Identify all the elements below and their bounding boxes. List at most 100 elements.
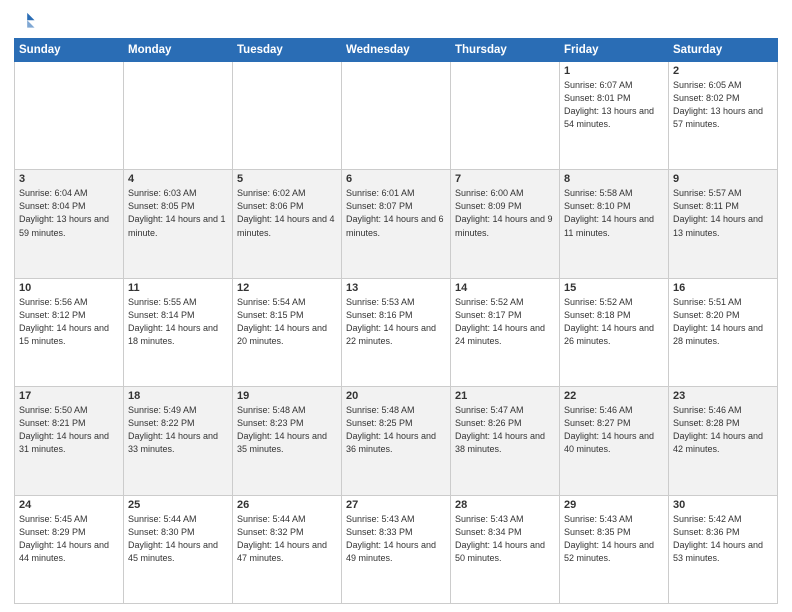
calendar-cell: 8 Sunrise: 5:58 AM Sunset: 8:10 PM Daylig… — [560, 170, 669, 278]
calendar-cell: 22 Sunrise: 5:46 AM Sunset: 8:27 PM Dayli… — [560, 387, 669, 495]
day-info: Sunrise: 6:04 AM Sunset: 8:04 PM Dayligh… — [19, 187, 119, 239]
calendar-cell: 2 Sunrise: 6:05 AM Sunset: 8:02 PM Daylig… — [669, 62, 778, 170]
day-info: Sunrise: 5:47 AM Sunset: 8:26 PM Dayligh… — [455, 404, 555, 456]
calendar-header-sunday: Sunday — [15, 39, 124, 62]
calendar-cell: 18 Sunrise: 5:49 AM Sunset: 8:22 PM Dayli… — [124, 387, 233, 495]
calendar-cell: 26 Sunrise: 5:44 AM Sunset: 8:32 PM Dayli… — [233, 495, 342, 603]
day-number: 1 — [564, 65, 664, 77]
day-info: Sunrise: 5:50 AM Sunset: 8:21 PM Dayligh… — [19, 404, 119, 456]
day-number: 20 — [346, 390, 446, 402]
day-info: Sunrise: 6:02 AM Sunset: 8:06 PM Dayligh… — [237, 187, 337, 239]
logo-icon — [14, 10, 36, 32]
day-number: 14 — [455, 282, 555, 294]
day-info: Sunrise: 6:00 AM Sunset: 8:09 PM Dayligh… — [455, 187, 555, 239]
day-info: Sunrise: 5:46 AM Sunset: 8:27 PM Dayligh… — [564, 404, 664, 456]
day-info: Sunrise: 5:46 AM Sunset: 8:28 PM Dayligh… — [673, 404, 773, 456]
day-info: Sunrise: 5:53 AM Sunset: 8:16 PM Dayligh… — [346, 296, 446, 348]
day-info: Sunrise: 6:05 AM Sunset: 8:02 PM Dayligh… — [673, 79, 773, 131]
day-number: 9 — [673, 173, 773, 185]
day-info: Sunrise: 5:44 AM Sunset: 8:30 PM Dayligh… — [128, 513, 228, 565]
day-info: Sunrise: 5:51 AM Sunset: 8:20 PM Dayligh… — [673, 296, 773, 348]
day-info: Sunrise: 5:52 AM Sunset: 8:18 PM Dayligh… — [564, 296, 664, 348]
calendar-cell: 12 Sunrise: 5:54 AM Sunset: 8:15 PM Dayli… — [233, 278, 342, 386]
calendar-header-wednesday: Wednesday — [342, 39, 451, 62]
calendar-cell: 20 Sunrise: 5:48 AM Sunset: 8:25 PM Dayli… — [342, 387, 451, 495]
day-info: Sunrise: 5:48 AM Sunset: 8:25 PM Dayligh… — [346, 404, 446, 456]
day-number: 11 — [128, 282, 228, 294]
day-number: 28 — [455, 499, 555, 511]
page: SundayMondayTuesdayWednesdayThursdayFrid… — [0, 0, 792, 612]
calendar-cell: 7Sunrise: 6:00 AM Sunset: 8:09 PM Daylig… — [451, 170, 560, 278]
calendar-cell: 14 Sunrise: 5:52 AM Sunset: 8:17 PM Dayli… — [451, 278, 560, 386]
day-number: 5 — [237, 173, 337, 185]
day-number: 10 — [19, 282, 119, 294]
day-number: 4 — [128, 173, 228, 185]
day-info: Sunrise: 5:55 AM Sunset: 8:14 PM Dayligh… — [128, 296, 228, 348]
day-number: 21 — [455, 390, 555, 402]
calendar-cell: 16 Sunrise: 5:51 AM Sunset: 8:20 PM Dayli… — [669, 278, 778, 386]
day-number: 27 — [346, 499, 446, 511]
calendar-cell: 13 Sunrise: 5:53 AM Sunset: 8:16 PM Dayli… — [342, 278, 451, 386]
calendar-cell: 27 Sunrise: 5:43 AM Sunset: 8:33 PM Dayli… — [342, 495, 451, 603]
calendar-cell: 19 Sunrise: 5:48 AM Sunset: 8:23 PM Dayli… — [233, 387, 342, 495]
day-info: Sunrise: 5:49 AM Sunset: 8:22 PM Dayligh… — [128, 404, 228, 456]
day-number: 22 — [564, 390, 664, 402]
calendar-cell: 25 Sunrise: 5:44 AM Sunset: 8:30 PM Dayli… — [124, 495, 233, 603]
header — [14, 10, 778, 32]
day-number: 24 — [19, 499, 119, 511]
calendar-cell: 30Sunrise: 5:42 AM Sunset: 8:36 PM Dayli… — [669, 495, 778, 603]
day-info: Sunrise: 5:44 AM Sunset: 8:32 PM Dayligh… — [237, 513, 337, 565]
calendar-cell: 23 Sunrise: 5:46 AM Sunset: 8:28 PM Dayli… — [669, 387, 778, 495]
day-number: 17 — [19, 390, 119, 402]
calendar-header-row: SundayMondayTuesdayWednesdayThursdayFrid… — [15, 39, 778, 62]
day-number: 8 — [564, 173, 664, 185]
calendar-header-monday: Monday — [124, 39, 233, 62]
day-number: 16 — [673, 282, 773, 294]
day-info: Sunrise: 5:43 AM Sunset: 8:33 PM Dayligh… — [346, 513, 446, 565]
day-info: Sunrise: 5:56 AM Sunset: 8:12 PM Dayligh… — [19, 296, 119, 348]
calendar-header-friday: Friday — [560, 39, 669, 62]
calendar-cell: 24 Sunrise: 5:45 AM Sunset: 8:29 PM Dayli… — [15, 495, 124, 603]
calendar-cell: 28 Sunrise: 5:43 AM Sunset: 8:34 PM Dayli… — [451, 495, 560, 603]
calendar-cell: 15 Sunrise: 5:52 AM Sunset: 8:18 PM Dayli… — [560, 278, 669, 386]
day-info: Sunrise: 5:54 AM Sunset: 8:15 PM Dayligh… — [237, 296, 337, 348]
day-info: Sunrise: 6:01 AM Sunset: 8:07 PM Dayligh… — [346, 187, 446, 239]
calendar-week-2: 3Sunrise: 6:04 AM Sunset: 8:04 PM Daylig… — [15, 170, 778, 278]
calendar-week-5: 24 Sunrise: 5:45 AM Sunset: 8:29 PM Dayli… — [15, 495, 778, 603]
day-number: 6 — [346, 173, 446, 185]
calendar-cell — [342, 62, 451, 170]
day-number: 25 — [128, 499, 228, 511]
calendar-cell: 10 Sunrise: 5:56 AM Sunset: 8:12 PM Dayli… — [15, 278, 124, 386]
calendar-table: SundayMondayTuesdayWednesdayThursdayFrid… — [14, 38, 778, 604]
calendar-cell — [233, 62, 342, 170]
calendar-cell: 29 Sunrise: 5:43 AM Sunset: 8:35 PM Dayli… — [560, 495, 669, 603]
day-number: 19 — [237, 390, 337, 402]
day-number: 15 — [564, 282, 664, 294]
day-number: 29 — [564, 499, 664, 511]
calendar-cell: 17 Sunrise: 5:50 AM Sunset: 8:21 PM Dayli… — [15, 387, 124, 495]
calendar-cell: 4 Sunrise: 6:03 AM Sunset: 8:05 PM Daylig… — [124, 170, 233, 278]
calendar-cell: 21 Sunrise: 5:47 AM Sunset: 8:26 PM Dayli… — [451, 387, 560, 495]
day-info: Sunrise: 5:58 AM Sunset: 8:10 PM Dayligh… — [564, 187, 664, 239]
day-info: Sunrise: 5:57 AM Sunset: 8:11 PM Dayligh… — [673, 187, 773, 239]
day-number: 13 — [346, 282, 446, 294]
calendar-week-4: 17 Sunrise: 5:50 AM Sunset: 8:21 PM Dayli… — [15, 387, 778, 495]
day-info: Sunrise: 5:48 AM Sunset: 8:23 PM Dayligh… — [237, 404, 337, 456]
day-info: Sunrise: 5:43 AM Sunset: 8:35 PM Dayligh… — [564, 513, 664, 565]
day-number: 23 — [673, 390, 773, 402]
calendar-header-saturday: Saturday — [669, 39, 778, 62]
day-number: 2 — [673, 65, 773, 77]
calendar-cell — [15, 62, 124, 170]
day-info: Sunrise: 6:07 AM Sunset: 8:01 PM Dayligh… — [564, 79, 664, 131]
day-number: 18 — [128, 390, 228, 402]
calendar-cell: 5 Sunrise: 6:02 AM Sunset: 8:06 PM Daylig… — [233, 170, 342, 278]
day-info: Sunrise: 5:43 AM Sunset: 8:34 PM Dayligh… — [455, 513, 555, 565]
day-info: Sunrise: 5:52 AM Sunset: 8:17 PM Dayligh… — [455, 296, 555, 348]
day-number: 12 — [237, 282, 337, 294]
calendar-header-thursday: Thursday — [451, 39, 560, 62]
day-info: Sunrise: 6:03 AM Sunset: 8:05 PM Dayligh… — [128, 187, 228, 239]
calendar-cell: 11 Sunrise: 5:55 AM Sunset: 8:14 PM Dayli… — [124, 278, 233, 386]
day-info: Sunrise: 5:45 AM Sunset: 8:29 PM Dayligh… — [19, 513, 119, 565]
day-number: 26 — [237, 499, 337, 511]
calendar-week-3: 10 Sunrise: 5:56 AM Sunset: 8:12 PM Dayli… — [15, 278, 778, 386]
